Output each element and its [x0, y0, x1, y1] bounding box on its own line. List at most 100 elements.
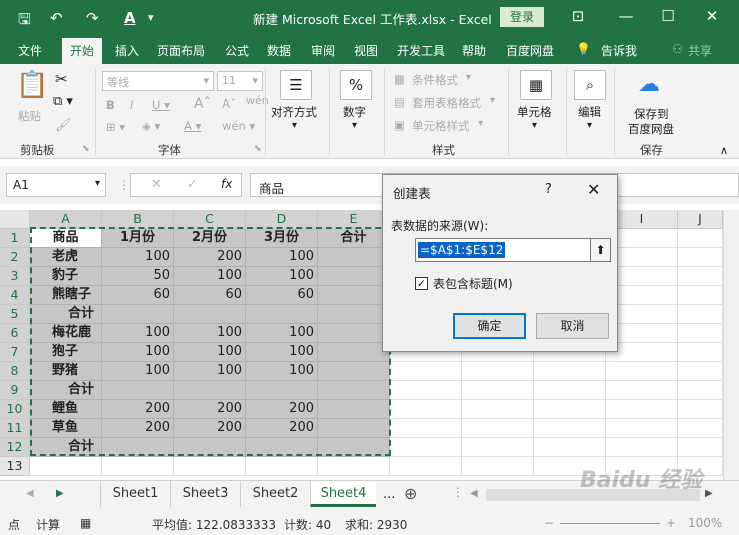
cell[interactable] [678, 438, 723, 457]
cell[interactable]: 100 [246, 267, 318, 286]
font-color-ribbon-icon[interactable]: A ▾ [184, 119, 201, 133]
table-format-button[interactable]: 套用表格格式 [412, 95, 481, 111]
cell[interactable] [534, 438, 606, 457]
cell[interactable] [678, 362, 723, 381]
col-header-B[interactable]: B [102, 210, 174, 229]
redo-icon[interactable]: ↷ [86, 9, 99, 27]
cell[interactable] [102, 305, 174, 324]
sheet-tab[interactable]: Sheet1 [100, 481, 170, 507]
has-headers-checkbox[interactable]: ✓ [415, 277, 428, 290]
col-header-J[interactable]: J [678, 210, 723, 229]
italic-icon[interactable]: I [130, 98, 133, 112]
cell[interactable] [318, 248, 390, 267]
share-button[interactable]: 共享 [688, 42, 712, 59]
cell[interactable]: 100 [246, 343, 318, 362]
clipboard-launcher-icon[interactable]: ⬊ [82, 144, 90, 154]
font-color-icon[interactable]: A [124, 9, 136, 27]
cell[interactable]: 200 [102, 400, 174, 419]
cell[interactable] [246, 457, 318, 476]
cell[interactable]: 200 [246, 419, 318, 438]
cell[interactable] [318, 457, 390, 476]
cancel-icon[interactable]: ✕ [151, 177, 162, 192]
row-header[interactable]: 9 [0, 381, 30, 400]
cell[interactable]: 合计 [30, 438, 102, 457]
customize-toolbar-icon[interactable]: ▾ [148, 11, 154, 24]
cells-chevron-icon[interactable]: ▾ [532, 120, 537, 131]
cell[interactable] [678, 286, 723, 305]
cell[interactable] [318, 286, 390, 305]
cell[interactable] [174, 381, 246, 400]
has-headers-label[interactable]: 表包含标题(M) [433, 275, 513, 292]
sheet-tab[interactable]: Sheet2 [240, 481, 310, 507]
paste-button[interactable]: 粘贴 [18, 108, 41, 124]
cell[interactable]: 200 [174, 248, 246, 267]
cell[interactable]: 200 [102, 419, 174, 438]
collapse-ribbon-icon[interactable]: ∧ [720, 144, 728, 157]
cell[interactable] [678, 229, 723, 248]
row-header[interactable]: 7 [0, 343, 30, 362]
phonetic-dropdown-icon[interactable]: wén ▾ [222, 119, 255, 133]
cell[interactable] [462, 400, 534, 419]
cell[interactable] [30, 457, 102, 476]
font-name-dropdown[interactable]: 等线 ▾ [102, 71, 214, 91]
sheet-tab-active[interactable]: Sheet4 [310, 481, 376, 507]
cell[interactable]: 100 [102, 343, 174, 362]
cell[interactable]: 200 [174, 419, 246, 438]
hscroll-left-icon[interactable]: ◀ [470, 488, 478, 499]
cell[interactable]: 100 [174, 267, 246, 286]
zoom-level[interactable]: 100% [688, 516, 722, 530]
zoom-in-icon[interactable]: + [666, 516, 676, 530]
cell[interactable] [318, 267, 390, 286]
number-button[interactable]: 数字 [343, 104, 366, 120]
row-header[interactable]: 1 [0, 229, 30, 248]
cell[interactable] [318, 419, 390, 438]
close-icon[interactable]: ✕ [587, 180, 600, 199]
row-header[interactable]: 13 [0, 457, 30, 476]
cell[interactable]: 2月份 [174, 229, 246, 248]
minimize-button[interactable]: — [614, 7, 638, 25]
cells-button[interactable]: 单元格 [517, 104, 552, 120]
row-header[interactable]: 12 [0, 438, 30, 457]
cell[interactable] [462, 381, 534, 400]
cell[interactable] [174, 438, 246, 457]
ok-button[interactable]: 确定 [453, 313, 526, 339]
sheet-tab[interactable]: Sheet3 [170, 481, 240, 507]
editing-chevron-icon[interactable]: ▾ [587, 120, 592, 131]
cell[interactable] [534, 381, 606, 400]
cell[interactable] [606, 362, 678, 381]
cell[interactable] [174, 457, 246, 476]
cell[interactable] [462, 438, 534, 457]
cell[interactable] [390, 457, 462, 476]
cell[interactable] [318, 324, 390, 343]
enter-icon[interactable]: ✓ [187, 177, 198, 192]
cell[interactable]: 100 [102, 324, 174, 343]
bold-icon[interactable]: B [106, 98, 115, 112]
alignment-chevron-icon[interactable]: ▾ [292, 120, 297, 131]
cell[interactable]: 100 [102, 362, 174, 381]
save-icon[interactable]: 🖫 [18, 9, 31, 34]
cell[interactable] [390, 362, 462, 381]
row-header[interactable]: 11 [0, 419, 30, 438]
cell[interactable]: 3月份 [246, 229, 318, 248]
col-header-D[interactable]: D [246, 210, 318, 229]
cell-styles-icon[interactable]: ▣ [394, 118, 405, 132]
tab-view[interactable]: 视图 [354, 42, 378, 59]
cell[interactable] [462, 457, 534, 476]
close-button[interactable]: ✕ [700, 7, 724, 25]
cell[interactable] [606, 400, 678, 419]
cell[interactable] [318, 400, 390, 419]
tab-data[interactable]: 数据 [267, 42, 291, 59]
cell[interactable] [102, 457, 174, 476]
cell[interactable]: 60 [246, 286, 318, 305]
hscroll-right-icon[interactable]: ▶ [705, 488, 713, 499]
login-button[interactable]: 登录 [500, 7, 544, 27]
cancel-button[interactable]: 取消 [536, 313, 609, 339]
col-header-A[interactable]: A [30, 210, 102, 229]
tab-file[interactable]: 文件 [18, 42, 42, 59]
alignment-button[interactable]: 对齐方式 [271, 104, 317, 120]
scroll-left-icon[interactable]: ◀ [26, 488, 34, 499]
macro-record-icon[interactable]: ▦ [80, 516, 91, 530]
tab-review[interactable]: 审阅 [311, 42, 335, 59]
row-header[interactable]: 5 [0, 305, 30, 324]
decrease-font-icon[interactable]: Aˇ [222, 97, 236, 111]
